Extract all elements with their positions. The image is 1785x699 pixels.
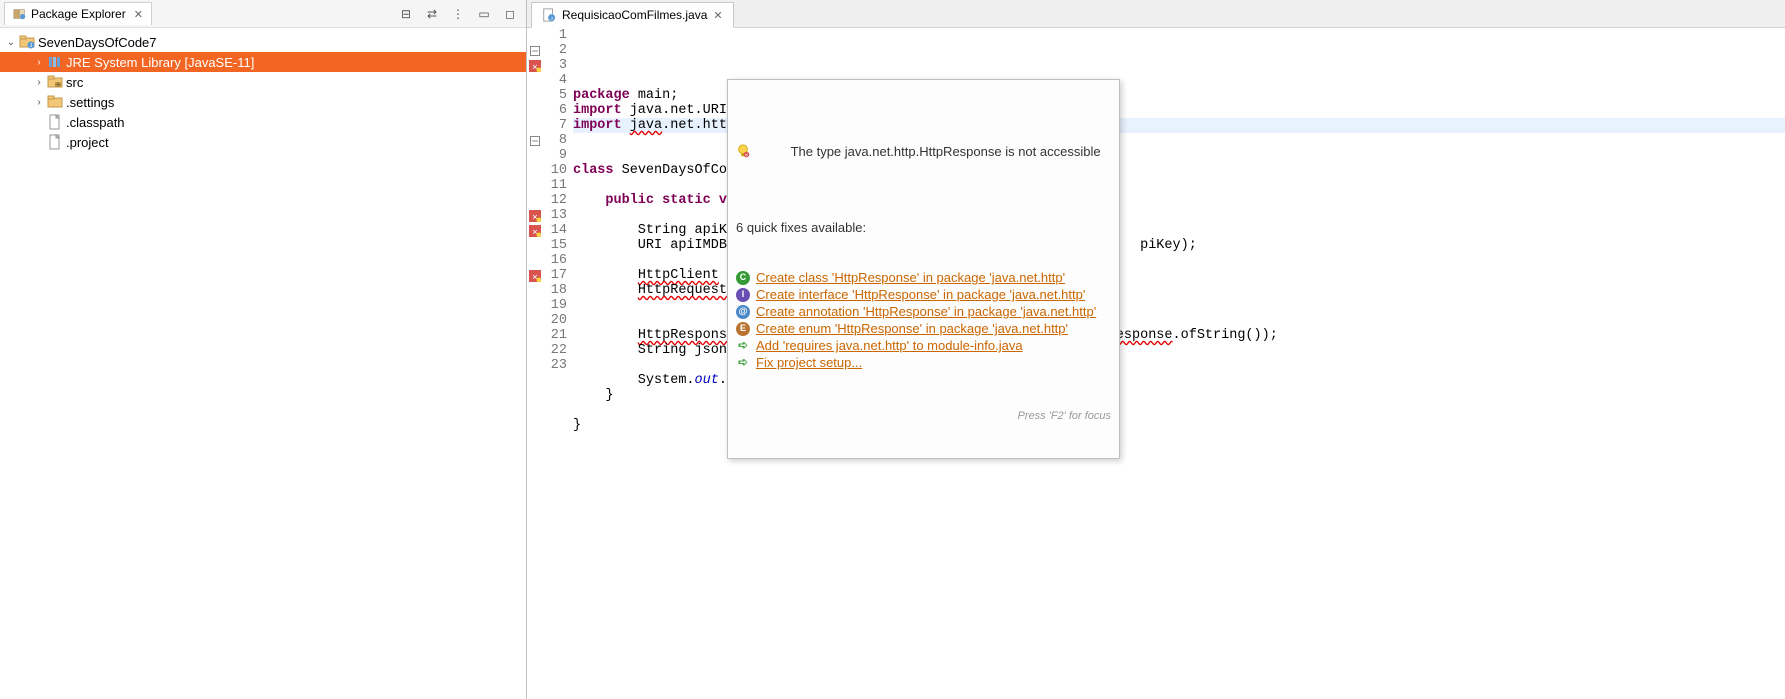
error-marker-icon[interactable]: ✕ — [527, 58, 543, 73]
chevron-down-icon[interactable]: ⌄ — [4, 37, 18, 48]
view-menu-icon[interactable]: ⋮ — [450, 6, 466, 22]
quickfix-type-icon: C — [736, 271, 750, 285]
quickfix-type-icon: @ — [736, 305, 750, 319]
fold-marker-icon[interactable] — [527, 133, 543, 148]
quickfix-item[interactable]: ➪ Fix project setup... — [736, 354, 1111, 371]
quickfix-type-icon: ➪ — [736, 339, 750, 353]
maximize-icon[interactable]: ◻ — [502, 6, 518, 22]
package-explorer-icon — [13, 7, 27, 21]
chevron-right-icon[interactable]: › — [32, 57, 46, 68]
project-tree[interactable]: ⌄ J SevenDaysOfCode7 › JRE System Library… — [0, 28, 526, 699]
line-gutter: 1234567891011121314151617181920212223 — [543, 28, 573, 699]
quickfix-link[interactable]: Create enum 'HttpResponse' in package 'j… — [756, 321, 1068, 336]
workbench: Package Explorer ✕ ⊟ ⇄ ⋮ ▭ ◻ ⌄ J SevenDa… — [0, 0, 1785, 699]
quickfix-item[interactable]: I Create interface 'HttpResponse' in pack… — [736, 286, 1111, 303]
tree-label: JRE System Library [JavaSE-11] — [64, 55, 254, 70]
panel-tabbar: Package Explorer ✕ ⊟ ⇄ ⋮ ▭ ◻ — [0, 0, 526, 28]
tree-item[interactable]: .project — [0, 132, 526, 152]
tree-item[interactable]: › .settings — [0, 92, 526, 112]
file-icon — [46, 134, 64, 150]
fold-marker-icon[interactable] — [527, 43, 543, 58]
quickfix-item[interactable]: @ Create annotation 'HttpResponse' in pac… — [736, 303, 1111, 320]
editor-tabbar: J RequisicaoComFilmes.java ✕ — [527, 0, 1785, 28]
marker-strip: ✕✕✕✕ — [527, 28, 543, 699]
quickfix-item[interactable]: E Create enum 'HttpResponse' in package '… — [736, 320, 1111, 337]
tree-item[interactable]: › JRE System Library [JavaSE-11] — [0, 52, 526, 72]
error-marker-icon[interactable]: ✕ — [527, 208, 543, 223]
code-area[interactable]: ✕ The type java.net.http.HttpResponse is… — [573, 28, 1785, 699]
project-icon: J — [18, 34, 36, 50]
editor-body[interactable]: ✕✕✕✕ 12345678910111213141516171819202122… — [527, 28, 1785, 699]
minimize-icon[interactable]: ▭ — [476, 6, 492, 22]
tooltip-fix-count: 6 quick fixes available: — [728, 220, 1119, 239]
panel-title: Package Explorer — [31, 7, 126, 21]
tree-label: .project — [64, 135, 109, 150]
editor-tab[interactable]: J RequisicaoComFilmes.java ✕ — [531, 2, 734, 28]
quickfix-list: C Create class 'HttpResponse' in package … — [728, 269, 1119, 377]
quickfix-link[interactable]: Fix project setup... — [756, 355, 862, 370]
tree-project-root[interactable]: ⌄ J SevenDaysOfCode7 — [0, 32, 526, 52]
quickfix-link[interactable]: Add 'requires java.net.http' to module-i… — [756, 338, 1023, 353]
chevron-right-icon[interactable]: › — [32, 97, 46, 108]
quickfix-link[interactable]: Create interface 'HttpResponse' in packa… — [756, 287, 1085, 302]
close-icon[interactable]: ✕ — [134, 8, 143, 21]
quickfix-type-icon: ➪ — [736, 356, 750, 370]
tree-label: src — [64, 75, 83, 90]
tooltip-error-row: ✕ The type java.net.http.HttpResponse is… — [728, 110, 1119, 190]
tree-label: .settings — [64, 95, 114, 110]
panel-toolbar: ⊟ ⇄ ⋮ ▭ ◻ — [398, 6, 522, 22]
tree-item[interactable]: .classpath — [0, 112, 526, 132]
editor-tab-label: RequisicaoComFilmes.java — [562, 8, 707, 22]
package-explorer-tab[interactable]: Package Explorer ✕ — [4, 2, 152, 25]
editor-area: J RequisicaoComFilmes.java ✕ ✕✕✕✕ 123456… — [527, 0, 1785, 699]
tree-label: SevenDaysOfCode7 — [36, 35, 157, 50]
tooltip-error-text: The type java.net.http.HttpResponse is n… — [791, 144, 1101, 159]
tree-item[interactable]: › src — [0, 72, 526, 92]
close-icon[interactable]: ✕ — [713, 9, 722, 22]
java-file-icon: J — [542, 8, 556, 22]
package-folder-icon — [46, 74, 64, 90]
link-editor-icon[interactable]: ⇄ — [424, 6, 440, 22]
error-bulb-icon: ✕ — [736, 114, 787, 188]
quickfix-item[interactable]: C Create class 'HttpResponse' in package … — [736, 269, 1111, 286]
error-marker-icon[interactable]: ✕ — [527, 223, 543, 238]
quickfix-type-icon: I — [736, 288, 750, 302]
svg-text:✕: ✕ — [745, 152, 749, 157]
library-icon — [46, 54, 64, 70]
file-icon — [46, 114, 64, 130]
tooltip-footer: Press 'F2' for focus — [728, 407, 1119, 428]
folder-icon — [46, 94, 64, 110]
quickfix-type-icon: E — [736, 322, 750, 336]
package-explorer-panel: Package Explorer ✕ ⊟ ⇄ ⋮ ▭ ◻ ⌄ J SevenDa… — [0, 0, 527, 699]
quickfix-link[interactable]: Create class 'HttpResponse' in package '… — [756, 270, 1065, 285]
quickfix-link[interactable]: Create annotation 'HttpResponse' in pack… — [756, 304, 1096, 319]
quickfix-item[interactable]: ➪ Add 'requires java.net.http' to module-… — [736, 337, 1111, 354]
chevron-right-icon[interactable]: › — [32, 77, 46, 88]
tree-label: .classpath — [64, 115, 125, 130]
quickfix-tooltip[interactable]: ✕ The type java.net.http.HttpResponse is… — [727, 79, 1120, 459]
error-marker-icon[interactable]: ✕ — [527, 268, 543, 283]
collapse-all-icon[interactable]: ⊟ — [398, 6, 414, 22]
